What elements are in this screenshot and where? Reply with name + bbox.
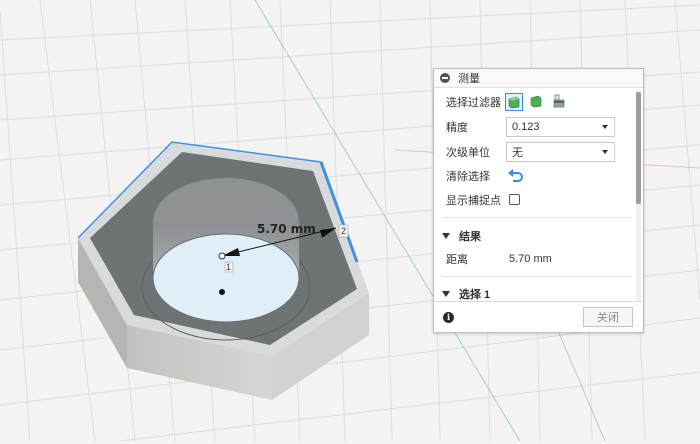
point-1-marker <box>218 252 226 260</box>
bore-bottom-face <box>152 233 300 323</box>
body-filter-icon[interactable] <box>505 93 523 111</box>
show-snap-points-row: 显示捕捉点 <box>434 188 634 212</box>
precision-value: 0.123 <box>512 121 540 133</box>
show-snap-points-checkbox[interactable] <box>509 194 520 205</box>
panel-title: 测量 <box>458 73 480 85</box>
secondary-unit-label: 次级单位 <box>446 147 490 159</box>
distance-value: 5.70 mm <box>509 253 552 265</box>
panel-header: 测量 <box>434 69 643 88</box>
caret-down-icon <box>442 233 450 239</box>
distance-label: 距离 <box>446 254 468 266</box>
dimension-label: 5.70 mm <box>257 222 316 236</box>
selection1-title: 选择 1 <box>459 289 491 300</box>
selection-filter-label: 选择过滤器 <box>446 97 501 109</box>
chevron-down-icon <box>602 125 608 129</box>
precision-dropdown[interactable]: 0.123 <box>506 117 615 137</box>
collapse-panel-button[interactable] <box>440 73 450 83</box>
clear-selection-label: 清除选择 <box>446 171 490 183</box>
separator <box>442 276 632 277</box>
center-point <box>219 289 225 295</box>
measure-panel: 测量 选择过滤器 精度 0.123 次级单位 无 清除选择 显示捕捉点 结果 距… <box>433 68 644 333</box>
selection1-section-header[interactable]: 选择 1 <box>442 286 490 300</box>
results-title: 结果 <box>459 231 481 243</box>
close-button-label: 关闭 <box>597 312 619 324</box>
distance-row: 距离 5.70 mm <box>434 247 634 271</box>
precision-label: 精度 <box>446 122 468 134</box>
undo-arrow-icon[interactable] <box>507 169 523 183</box>
secondary-unit-value: 无 <box>512 147 523 159</box>
secondary-unit-row: 次级单位 无 <box>434 140 634 164</box>
secondary-unit-dropdown[interactable]: 无 <box>506 142 615 162</box>
show-snap-points-label: 显示捕捉点 <box>446 195 501 207</box>
close-button[interactable]: 关闭 <box>583 307 633 327</box>
selection-filter-row: 选择过滤器 <box>434 90 634 114</box>
point-1-tag: 1 <box>226 262 231 272</box>
precision-row: 精度 0.123 <box>434 115 634 139</box>
info-icon[interactable]: i <box>443 312 454 323</box>
clear-selection-row: 清除选择 <box>434 164 634 188</box>
panel-body: 选择过滤器 精度 0.123 次级单位 无 清除选择 显示捕捉点 结果 距离 5… <box>434 88 634 300</box>
results-section-header[interactable]: 结果 <box>442 228 481 244</box>
point-2-tag: 2 <box>341 226 346 236</box>
panel-scrollbar[interactable] <box>636 89 641 301</box>
edge-filter-icon[interactable] <box>551 93 569 111</box>
face-filter-icon[interactable] <box>528 93 546 111</box>
caret-down-icon <box>442 291 450 297</box>
separator <box>442 217 632 218</box>
chevron-down-icon <box>602 150 608 154</box>
panel-footer: i 关闭 <box>434 301 643 333</box>
scrollbar-thumb[interactable] <box>636 92 641 204</box>
